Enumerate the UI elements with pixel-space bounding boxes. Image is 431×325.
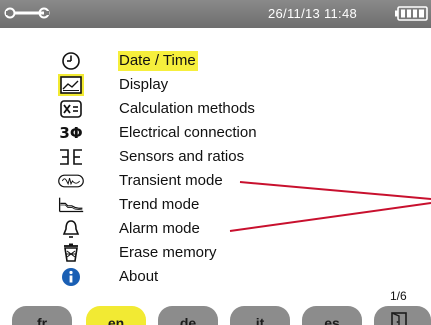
transient-icon <box>58 170 84 192</box>
clock-icon <box>58 50 84 72</box>
menu-item-date-time[interactable]: Date / Time <box>0 50 431 74</box>
menu-item-transient-mode[interactable]: Transient mode <box>0 170 431 194</box>
three-phase-icon: 3Φ <box>58 122 84 144</box>
language-tab-label: fr <box>36 315 48 325</box>
trend-icon <box>58 194 84 216</box>
three-phase-symbol: 3Φ <box>59 124 83 142</box>
menu-item-trend-mode[interactable]: Trend mode <box>0 194 431 218</box>
menu-label-date-time: Date / Time <box>118 51 198 71</box>
language-tab-de[interactable]: de <box>158 306 218 325</box>
page-indicator: 1/6 <box>390 289 407 303</box>
trash-icon <box>58 242 84 264</box>
language-tab-label: de <box>179 315 197 325</box>
sensor-icon <box>58 146 84 168</box>
menu-item-erase-memory[interactable]: Erase memory <box>0 242 431 266</box>
language-tab-en[interactable]: en <box>86 306 146 325</box>
info-icon <box>58 266 84 288</box>
display-icon <box>58 74 84 96</box>
language-tab-label: it <box>255 315 265 325</box>
language-tab-label: en <box>107 315 125 325</box>
language-tab-it[interactable]: it <box>230 306 290 325</box>
menu-label-electrical-connection: Electrical connection <box>119 124 257 141</box>
exit-tab[interactable] <box>374 306 431 325</box>
menu-label-display: Display <box>119 76 169 93</box>
alarm-bell-icon <box>58 218 84 240</box>
menu-item-about[interactable]: About <box>0 266 431 290</box>
language-tab-label: es <box>324 315 340 325</box>
exit-door-icon <box>391 312 407 325</box>
wrench-icon <box>4 7 50 19</box>
menu-label-trend-mode: Trend mode <box>119 196 200 213</box>
status-bar: 26/11/13 11:48 <box>0 0 431 28</box>
menu-label-alarm-mode: Alarm mode <box>119 220 200 237</box>
menu-label-erase-memory: Erase memory <box>119 244 217 261</box>
menu-item-electrical-connection[interactable]: 3Φ Electrical connection <box>0 122 431 146</box>
setup-screen: 26/11/13 11:48 Date / Time Display Calcu… <box>0 0 431 325</box>
language-tab-es[interactable]: es <box>302 306 362 325</box>
calculation-icon <box>58 98 84 120</box>
status-datetime: 26/11/13 11:48 <box>268 6 358 21</box>
menu-label-about: About <box>119 268 159 285</box>
language-tab-fr[interactable]: fr <box>12 306 72 325</box>
menu-label-calculation-methods: Calculation methods <box>119 100 255 117</box>
menu-label-transient-mode: Transient mode <box>119 172 223 189</box>
menu-label-sensors-ratios: Sensors and ratios <box>119 148 245 165</box>
menu-item-display[interactable]: Display <box>0 74 431 98</box>
battery-icon <box>395 6 428 21</box>
menu-item-alarm-mode[interactable]: Alarm mode <box>0 218 431 242</box>
menu-item-calculation-methods[interactable]: Calculation methods <box>0 98 431 122</box>
menu-item-sensors-ratios[interactable]: Sensors and ratios <box>0 146 431 170</box>
